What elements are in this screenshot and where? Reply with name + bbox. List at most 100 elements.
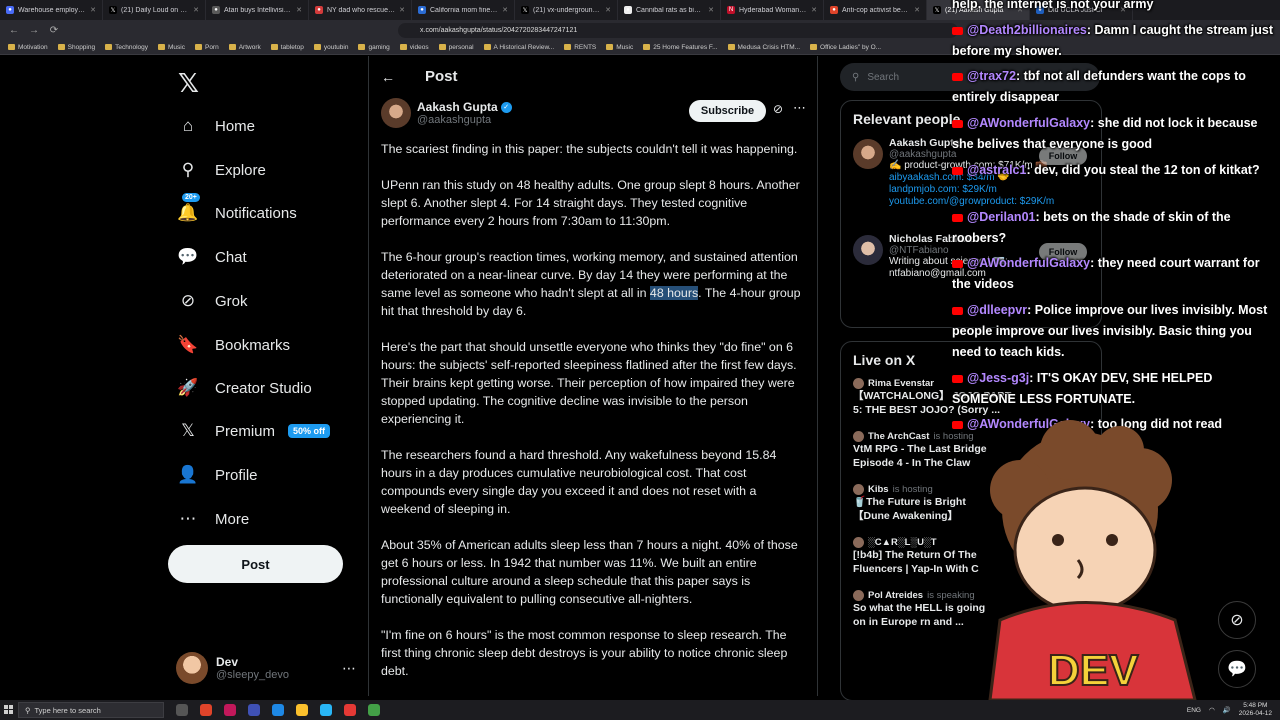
task-view-icon[interactable]: [176, 704, 188, 716]
bookmark-item[interactable]: personal: [438, 44, 474, 51]
close-tab-icon[interactable]: ✕: [90, 6, 96, 14]
close-tab-icon[interactable]: ✕: [399, 6, 405, 14]
account-switcher[interactable]: Dev @sleepy_devo ⋯: [176, 650, 356, 686]
nav-item-home[interactable]: ⌂ Home: [178, 112, 255, 140]
app-icon[interactable]: [344, 704, 356, 716]
url-input[interactable]: x.com/aakashgupta/status/204272028344724…: [398, 22, 958, 38]
clock[interactable]: 5:48 PM 2026-04-12: [1239, 702, 1272, 718]
close-tab-icon[interactable]: ✕: [502, 6, 508, 14]
bookmark-item[interactable]: Shopping: [57, 44, 95, 51]
folder-icon: [313, 44, 321, 50]
discount-badge: 50% off: [288, 424, 331, 438]
author-avatar[interactable]: [381, 98, 411, 128]
bookmark-item[interactable]: Medusa Crisis HTM...: [727, 44, 800, 51]
close-tab-icon[interactable]: ✕: [193, 6, 199, 14]
close-tab-icon[interactable]: ✕: [296, 6, 302, 14]
nav-item-notifications[interactable]: 🔔 20+ Notifications: [177, 193, 297, 227]
folder-icon: [158, 44, 165, 50]
close-tab-icon[interactable]: ✕: [605, 6, 611, 14]
avatar[interactable]: [853, 139, 883, 169]
favicon-icon: ●: [830, 6, 838, 14]
back-arrow-icon[interactable]: ←: [381, 69, 395, 85]
app-icon[interactable]: [224, 704, 236, 716]
host-name: Rima Evenstar: [868, 378, 935, 389]
grok-icon[interactable]: ⊘: [773, 102, 783, 116]
start-menu-icon[interactable]: [0, 700, 18, 720]
bookmark-icon: 🔖: [177, 335, 199, 354]
browser-tab[interactable]: ● California mom fined 5 ✕: [412, 0, 515, 20]
bookmark-item[interactable]: Office Ladies" by O...: [810, 44, 881, 51]
favicon-icon: ●: [418, 6, 426, 14]
taskbar-search-input[interactable]: ⚲ Type here to search: [18, 702, 164, 718]
bookmark-item[interactable]: Porn: [194, 44, 219, 51]
nav-item-label: Creator Studio: [215, 379, 312, 397]
brave-browser-icon[interactable]: [200, 704, 212, 716]
language-indicator[interactable]: ENG: [1187, 707, 1201, 714]
bookmark-item[interactable]: youtubin: [313, 44, 348, 51]
nav-item-bookmarks[interactable]: 🔖 Bookmarks: [177, 331, 290, 359]
bookmark-item[interactable]: A Historical Review...: [483, 44, 554, 51]
more-icon[interactable]: ⋯: [342, 660, 356, 677]
bookmark-item[interactable]: Technology: [105, 44, 148, 51]
file-explorer-icon[interactable]: [296, 704, 308, 716]
bookmark-item[interactable]: gaming: [358, 44, 390, 51]
favicon-icon: ●: [212, 6, 220, 14]
browser-tab[interactable]: 𝕏 (21) vx-underground on ✕: [515, 0, 618, 20]
folder-icon: [810, 44, 818, 50]
post-author[interactable]: Aakash Gupta ✓ @aakashgupta: [381, 98, 512, 128]
nav-item-label: Premium: [215, 422, 276, 440]
volume-icon[interactable]: 🔊: [1223, 706, 1231, 714]
nav-item-label: Grok: [215, 292, 248, 310]
nav-item-explore[interactable]: ⚲ Explore: [178, 156, 266, 184]
bookmark-item[interactable]: Music: [606, 44, 633, 51]
nav-item-premium[interactable]: 𝕏 Premium 50% off: [178, 417, 331, 445]
tab-title: (21) Daily Loud on X: ": [121, 6, 190, 14]
browser-tab[interactable]: 𝕏 (21) Daily Loud on X: " ✕: [103, 0, 206, 20]
bookmark-item[interactable]: Artwork: [228, 44, 261, 51]
browser-tab[interactable]: ● Warehouse employee ar ✕: [0, 0, 103, 20]
nav-item-profile[interactable]: 👤 Profile: [177, 461, 257, 489]
browser-tab[interactable]: ● Anti-cop activist begs c ✕: [824, 0, 927, 20]
subscribe-button[interactable]: Subscribe: [689, 100, 766, 122]
post-button[interactable]: Post: [168, 545, 343, 583]
grok-icon[interactable]: ⊘: [1218, 601, 1256, 639]
grok-icon: ⊘: [180, 291, 196, 310]
nav-item-creator-studio[interactable]: 🚀 Creator Studio: [177, 374, 312, 402]
post-body: The scariest finding in this paper: the …: [381, 140, 807, 696]
back-icon[interactable]: ←: [8, 25, 20, 36]
author-name[interactable]: Aakash Gupta: [417, 100, 498, 114]
reload-icon[interactable]: ⟳: [48, 25, 60, 36]
app-icon[interactable]: [368, 704, 380, 716]
bookmark-item[interactable]: Music: [158, 44, 185, 51]
bookmark-item[interactable]: RENTS: [564, 44, 596, 51]
app-icon[interactable]: [320, 704, 332, 716]
bookmark-item[interactable]: videos: [399, 44, 429, 51]
forward-icon[interactable]: →: [28, 25, 40, 36]
tab-title: California mom fined 5: [430, 6, 499, 14]
bookmark-item[interactable]: tabletop: [270, 44, 304, 51]
messages-icon[interactable]: 💬: [1218, 650, 1256, 688]
close-tab-icon[interactable]: ✕: [811, 6, 817, 14]
home-icon: ⌂: [182, 116, 194, 135]
browser-tab[interactable]: ● NY dad who rescued ar ✕: [309, 0, 412, 20]
x-logo[interactable]: 𝕏: [178, 68, 199, 99]
nav-item-grok[interactable]: ⊘ Grok: [178, 287, 248, 315]
avatar[interactable]: [853, 235, 883, 265]
bookmark-item[interactable]: 25 Home Features F...: [643, 44, 718, 51]
host-status: is hosting: [892, 484, 933, 495]
app-icon[interactable]: [248, 704, 260, 716]
close-tab-icon[interactable]: ✕: [914, 6, 920, 14]
browser-tab[interactable]: ● Cannibal rats as big as ✕: [618, 0, 721, 20]
browser-tab[interactable]: ● Atari buys Intellivision, ✕: [206, 0, 309, 20]
nav-item-more[interactable]: ⋯ More: [178, 505, 250, 533]
more-icon[interactable]: ⋯: [793, 100, 806, 116]
wifi-icon[interactable]: ◠: [1209, 706, 1215, 714]
close-tab-icon[interactable]: ✕: [708, 6, 714, 14]
post-paragraph: "I'm fine on 6 hours" is the most common…: [381, 628, 788, 678]
browser-tab[interactable]: N Hyderabad Woman Kill ✕: [721, 0, 824, 20]
nav-item-chat[interactable]: 💬 Chat: [177, 243, 246, 271]
stream-chat-overlay: help. the internet is not your army @Deat…: [948, 0, 1280, 440]
app-icon[interactable]: [272, 704, 284, 716]
bookmark-item[interactable]: Motivation: [8, 44, 48, 51]
author-handle: @aakashgupta: [417, 114, 492, 126]
